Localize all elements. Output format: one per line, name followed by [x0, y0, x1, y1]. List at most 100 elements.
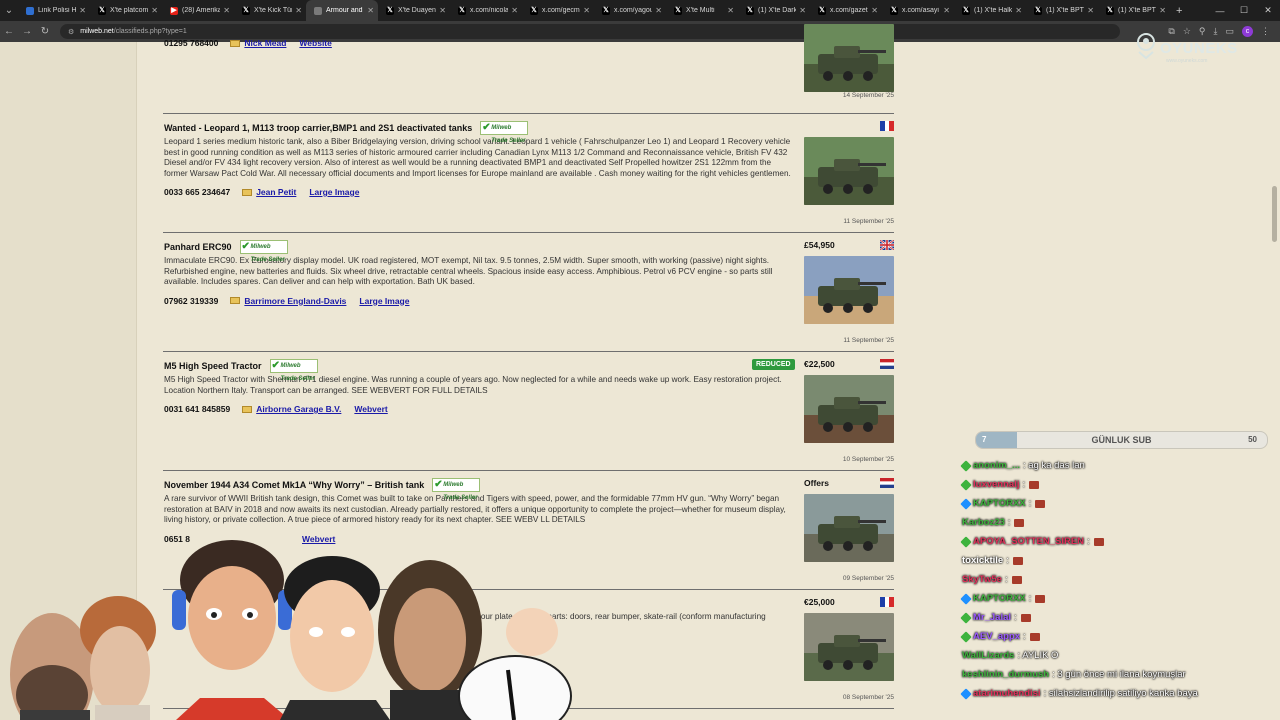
close-tab-icon[interactable]: ✕: [871, 6, 878, 15]
vehicle-thumbnail[interactable]: [804, 256, 894, 324]
envelope-icon[interactable]: [242, 405, 253, 413]
contact-link[interactable]: Website: [299, 38, 331, 48]
browser-tab[interactable]: ▶ (28) Amerika ✕: [162, 0, 234, 21]
close-tab-icon[interactable]: ✕: [1159, 6, 1166, 15]
stream-chat: anonim_...: ag ka das lan luxvennalj: KAPT…: [960, 456, 1278, 703]
browser-tab[interactable]: 𝕏 X'te Multi ✕: [666, 0, 738, 21]
chat-username[interactable]: KAPTORXX: [973, 593, 1026, 604]
close-tab-icon[interactable]: ✕: [583, 6, 590, 15]
tab-favicon-icon: [314, 6, 322, 15]
close-window-icon[interactable]: ✕: [1256, 5, 1280, 16]
new-tab-button[interactable]: +: [1170, 5, 1188, 17]
browser-tab[interactable]: 𝕏x.com/asayi ✕: [882, 0, 954, 21]
chat-username[interactable]: WallLizards: [962, 650, 1014, 661]
close-tab-icon[interactable]: ✕: [943, 6, 950, 15]
chat-username[interactable]: keshlinin_durmush: [962, 669, 1049, 680]
browser-tab[interactable]: 𝕏x.com/yagou ✕: [594, 0, 666, 21]
close-tab-icon[interactable]: ✕: [151, 6, 158, 15]
chat-username[interactable]: atarimuhendisi: [973, 688, 1041, 699]
tab-label: Link Polisi Hu: [38, 7, 77, 14]
listing-title-text[interactable]: November 1944 A34 Comet Mk1A “Why Worry”…: [164, 480, 424, 490]
avatar-curly-hair: [80, 596, 156, 720]
browser-tab[interactable]: 𝕏 X'te Duayen ✕: [378, 0, 450, 21]
browser-tab[interactable]: 𝕏 (1) X'te BPT ✕: [1026, 0, 1098, 21]
chat-emote-icon: [1014, 518, 1025, 527]
listing-title-text[interactable]: Wanted - Leopard 1, M113 troop carrier,B…: [164, 123, 472, 133]
close-tab-icon[interactable]: ✕: [511, 6, 518, 15]
chat-username[interactable]: anonim_...: [973, 460, 1020, 471]
chat-username[interactable]: Karboz23: [962, 517, 1005, 528]
back-icon[interactable]: ←: [0, 26, 18, 37]
browser-tab[interactable]: 𝕏x.com/gecmi ✕: [522, 0, 594, 21]
close-tab-icon[interactable]: ✕: [439, 6, 446, 15]
listing-title[interactable]: M5 High Speed Tractor Milweb Trade Seller: [164, 358, 792, 382]
chat-badge-icon: [960, 497, 972, 510]
logo-wordmark: OYUNEKS: [1160, 40, 1238, 57]
listing-title[interactable]: Panhard ERC90 Milweb Trade Seller: [164, 239, 792, 263]
browser-tab[interactable]: 𝕏 X'te platcom ✕: [90, 0, 162, 21]
reload-icon[interactable]: ↻: [36, 26, 54, 37]
envelope-icon[interactable]: [242, 188, 253, 196]
chat-text: :: [1023, 631, 1026, 642]
chat-emote-icon: [1012, 556, 1023, 565]
contact-link[interactable]: Webvert: [354, 404, 387, 414]
vehicle-thumbnail[interactable]: [804, 375, 894, 443]
x-logo-icon: 𝕏: [890, 6, 898, 15]
browser-tab[interactable]: 𝕏x.com/gazete ✕: [810, 0, 882, 21]
close-tab-icon[interactable]: ✕: [1087, 6, 1094, 15]
contact-link[interactable]: Nick Mead: [244, 38, 286, 48]
chat-username[interactable]: Mr_Jalal: [973, 612, 1011, 623]
contact-link[interactable]: Barrimore England-Davis: [244, 296, 346, 306]
minimize-icon[interactable]: —: [1208, 6, 1232, 16]
chat-username[interactable]: APOYA_SOTTEN_SIREN: [973, 536, 1084, 547]
browser-tab[interactable]: 𝕏 (1) X'te Dark ✕: [738, 0, 810, 21]
chat-text: :: [1007, 517, 1011, 528]
vehicle-thumbnail[interactable]: [804, 137, 894, 205]
listing-description: M5 High Speed Tractor with Sherman 671 d…: [164, 375, 782, 395]
listing-title-text[interactable]: Panhard ERC90: [164, 242, 232, 252]
listing-title[interactable]: November 1944 A34 Comet Mk1A “Why Worry”…: [164, 477, 792, 501]
browser-tab[interactable]: 𝕏 X'te Kick Türk✕: [234, 0, 306, 21]
chat-username[interactable]: KAPTORXX: [973, 498, 1026, 509]
chat-username[interactable]: AEV_appx: [973, 631, 1020, 642]
browser-tab[interactable]: Armour and ✕: [306, 0, 378, 21]
vehicle-thumbnail[interactable]: [804, 24, 894, 92]
vehicle-thumbnail[interactable]: [804, 613, 894, 681]
contact-link[interactable]: Large Image: [359, 296, 409, 306]
close-tab-icon[interactable]: ✕: [1015, 6, 1022, 15]
forward-icon[interactable]: →: [18, 26, 36, 37]
browser-tab[interactable]: 𝕏 (1) X'te Halkin✕: [954, 0, 1026, 21]
close-tab-icon[interactable]: ✕: [79, 6, 86, 15]
close-tab-icon[interactable]: ✕: [655, 6, 662, 15]
tab-search-icon[interactable]: ⌄: [0, 5, 18, 16]
close-tab-icon[interactable]: ✕: [367, 6, 374, 15]
close-tab-icon[interactable]: ✕: [295, 6, 302, 15]
chat-username[interactable]: toxicktile: [962, 555, 1003, 566]
envelope-icon[interactable]: [230, 297, 241, 304]
listing-title[interactable]: Wanted - Leopard 1, M113 troop carrier,B…: [164, 120, 792, 144]
chat-text: : 3 gün önce mi ilana koymuşlar: [1052, 669, 1186, 680]
close-tab-icon[interactable]: ✕: [799, 6, 806, 15]
listing-title-text[interactable]: M5 High Speed Tractor: [164, 361, 262, 371]
sub-goal-target: 50: [1248, 435, 1257, 444]
listing-date: 08 September '25: [842, 694, 894, 701]
vehicle-thumbnail[interactable]: [804, 494, 894, 562]
contact-link[interactable]: Jean Petit: [256, 187, 296, 197]
chat-username[interactable]: luxvennalj: [973, 479, 1019, 490]
contact-link[interactable]: Airborne Garage B.V.: [256, 404, 341, 414]
listing-date: 11 September '25: [843, 218, 894, 225]
contact-phone: 01295 768400: [164, 38, 219, 48]
contact-link[interactable]: Large Image: [309, 187, 359, 197]
browser-tab[interactable]: Link Polisi Hu ✕: [18, 0, 90, 21]
chat-username[interactable]: SkyTw5e: [962, 574, 1002, 585]
chat-emote-icon: [1035, 499, 1046, 508]
page-scrollbar[interactable]: [1272, 186, 1277, 242]
close-tab-icon[interactable]: ✕: [727, 6, 734, 15]
close-tab-icon[interactable]: ✕: [223, 6, 230, 15]
url-field[interactable]: ⚙ milweb.net/classifieds.php?type=1: [60, 24, 1120, 39]
maximize-icon[interactable]: ☐: [1232, 5, 1256, 16]
browser-tab[interactable]: 𝕏x.com/nicola ✕: [450, 0, 522, 21]
site-info-icon[interactable]: ⚙: [68, 28, 74, 36]
envelope-icon[interactable]: [230, 39, 241, 47]
browser-tab[interactable]: 𝕏 (1) X'te BPT ✕: [1098, 0, 1170, 21]
